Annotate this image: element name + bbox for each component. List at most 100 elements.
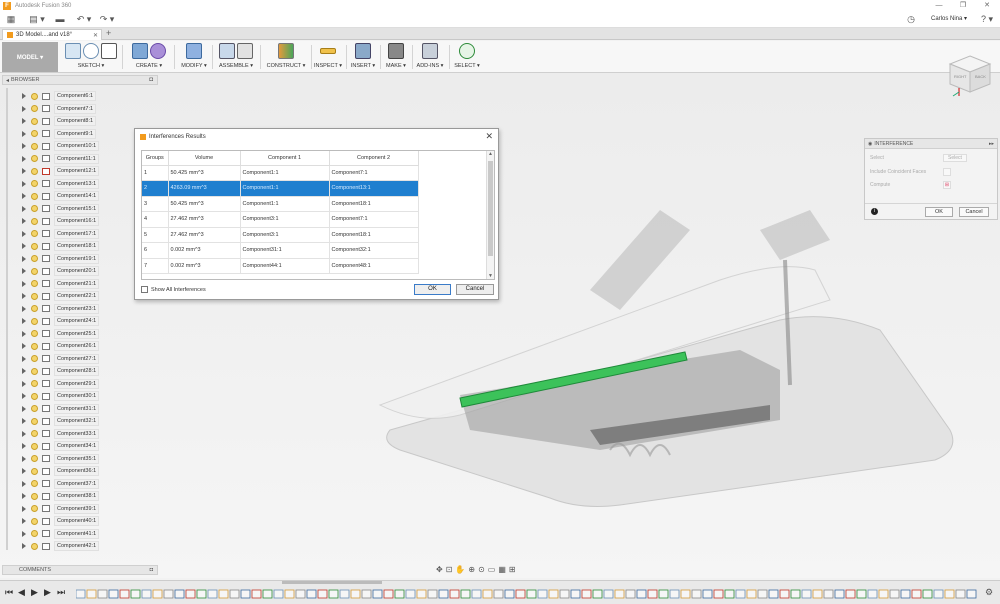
visibility-bulb-icon[interactable] bbox=[31, 142, 38, 150]
expand-arrow-icon[interactable] bbox=[22, 318, 26, 324]
timeline-scroll[interactable] bbox=[282, 581, 382, 584]
browser-item[interactable]: Component34:1 bbox=[2, 440, 152, 452]
include-coincident-checkbox[interactable] bbox=[943, 168, 951, 176]
timeline-feature-icon[interactable] bbox=[658, 589, 669, 599]
expand-arrow-icon[interactable] bbox=[22, 455, 26, 462]
timeline-feature-icon[interactable] bbox=[625, 589, 636, 599]
new-component-icon[interactable] bbox=[219, 43, 235, 59]
expand-arrow-icon[interactable] bbox=[22, 468, 26, 474]
sphere-icon[interactable] bbox=[150, 43, 166, 59]
expand-arrow-icon[interactable] bbox=[22, 255, 26, 262]
go-to-start-icon[interactable]: ⏮ bbox=[5, 587, 13, 598]
timeline-feature-icon[interactable] bbox=[757, 589, 768, 599]
expand-arrow-icon[interactable] bbox=[22, 280, 26, 287]
browser-item[interactable]: Component25:1 bbox=[2, 328, 152, 340]
sketch-group[interactable]: SKETCH ▾ bbox=[62, 43, 120, 72]
orbit-icon[interactable]: ✥ bbox=[436, 565, 443, 574]
browser-item[interactable]: Component11:1 bbox=[2, 153, 152, 165]
timeline-feature-icon[interactable] bbox=[185, 589, 196, 599]
timeline-feature-icon[interactable] bbox=[515, 589, 526, 599]
pan-icon[interactable]: ✋ bbox=[455, 565, 465, 574]
timeline-feature-icon[interactable] bbox=[86, 589, 97, 599]
timeline-feature-icon[interactable] bbox=[845, 589, 856, 599]
pin-icon[interactable]: ◘ bbox=[149, 77, 153, 83]
timeline-feature-icon[interactable] bbox=[922, 589, 933, 599]
timeline-feature-icon[interactable] bbox=[526, 589, 537, 599]
scroll-down-icon[interactable]: ▼ bbox=[488, 273, 493, 279]
timeline-feature-icon[interactable] bbox=[174, 589, 185, 599]
timeline-feature-icon[interactable] bbox=[581, 589, 592, 599]
timeline-feature-icon[interactable] bbox=[603, 589, 614, 599]
info-icon[interactable]: i bbox=[871, 208, 878, 215]
play-icon[interactable]: ▶ bbox=[31, 587, 38, 598]
expand-arrow-icon[interactable] bbox=[22, 543, 26, 549]
browser-item[interactable]: Component38:1 bbox=[2, 490, 152, 502]
browser-item[interactable]: Component16:1 bbox=[2, 215, 152, 227]
line-icon[interactable] bbox=[83, 43, 99, 59]
dialog-title-bar[interactable]: Interferences Results bbox=[135, 129, 498, 144]
timeline-feature-icon[interactable] bbox=[944, 589, 955, 599]
timeline-feature-icon[interactable] bbox=[966, 589, 977, 599]
timeline-feature-icon[interactable] bbox=[460, 589, 471, 599]
visibility-bulb-icon[interactable] bbox=[31, 217, 38, 225]
browser-item[interactable]: Component12:1 bbox=[2, 165, 152, 177]
timeline-feature-icon[interactable] bbox=[119, 589, 130, 599]
browser-item[interactable]: Component27:1 bbox=[2, 353, 152, 365]
timeline-feature-icon[interactable] bbox=[328, 589, 339, 599]
timeline-feature-icon[interactable] bbox=[636, 589, 647, 599]
document-tab[interactable]: 3D Model....and v18° ✕ bbox=[2, 29, 102, 40]
timeline-feature-icon[interactable] bbox=[196, 589, 207, 599]
timeline-feature-icon[interactable] bbox=[218, 589, 229, 599]
timeline-feature-icon[interactable] bbox=[251, 589, 262, 599]
grid-settings-icon[interactable]: ▦ bbox=[498, 565, 506, 574]
browser-item[interactable]: Component41:1 bbox=[2, 528, 152, 540]
timeline-feature-icon[interactable] bbox=[911, 589, 922, 599]
browser-header[interactable]: ◂ BROWSER ◘ bbox=[2, 75, 158, 85]
visibility-bulb-icon[interactable] bbox=[31, 242, 38, 250]
insert-image-icon[interactable] bbox=[355, 43, 371, 59]
expand-arrow-icon[interactable] bbox=[22, 168, 26, 174]
new-tab-button[interactable]: + bbox=[106, 28, 111, 38]
timeline-feature-icon[interactable] bbox=[768, 589, 779, 599]
assemble-group[interactable]: ASSEMBLE ▾ bbox=[215, 43, 257, 72]
dialog-ok-button[interactable]: OK bbox=[414, 284, 451, 295]
timeline-feature-icon[interactable] bbox=[834, 589, 845, 599]
expand-arrow-icon[interactable] bbox=[22, 118, 26, 124]
timeline-feature-icon[interactable] bbox=[823, 589, 834, 599]
visibility-bulb-icon[interactable] bbox=[31, 192, 38, 200]
timeline-feature-icon[interactable] bbox=[130, 589, 141, 599]
visibility-bulb-icon[interactable] bbox=[31, 267, 38, 275]
maximize-button[interactable]: ❐ bbox=[953, 0, 973, 11]
timeline-feature-icon[interactable] bbox=[295, 589, 306, 599]
browser-item[interactable]: Component8:1 bbox=[2, 115, 152, 127]
timeline-feature-icon[interactable] bbox=[900, 589, 911, 599]
timeline-feature-icon[interactable] bbox=[427, 589, 438, 599]
timeline-feature-icon[interactable] bbox=[471, 589, 482, 599]
timeline-feature-icon[interactable] bbox=[317, 589, 328, 599]
joint-icon[interactable] bbox=[237, 43, 253, 59]
dialog-cancel-button[interactable]: Cancel bbox=[456, 284, 494, 295]
close-window-button[interactable]: ✕ bbox=[977, 0, 997, 11]
expand-arrow-icon[interactable] bbox=[22, 505, 26, 512]
expand-arrow-icon[interactable] bbox=[22, 93, 26, 99]
close-tab-icon[interactable]: ✕ bbox=[93, 32, 101, 39]
panel-cancel-button[interactable]: Cancel bbox=[959, 207, 989, 217]
undo-icon[interactable]: ↶ ▾ bbox=[74, 14, 94, 25]
timeline-feature-icon[interactable] bbox=[724, 589, 735, 599]
timeline-feature-icon[interactable] bbox=[933, 589, 944, 599]
workspace-switcher[interactable]: MODEL ▾ bbox=[2, 42, 58, 72]
timeline-feature-icon[interactable] bbox=[163, 589, 174, 599]
collapse-panel-icon[interactable]: ◉ bbox=[868, 141, 872, 147]
browser-item[interactable]: Component21:1 bbox=[2, 278, 152, 290]
expand-arrow-icon[interactable] bbox=[22, 443, 26, 449]
browser-item[interactable]: Component31:1 bbox=[2, 403, 152, 415]
timeline-feature-icon[interactable] bbox=[570, 589, 581, 599]
construct-group[interactable]: CONSTRUCT ▾ bbox=[263, 43, 309, 72]
browser-item[interactable]: Component7:1 bbox=[2, 103, 152, 115]
timeline-feature-icon[interactable] bbox=[108, 589, 119, 599]
table-scrollbar[interactable]: ▲ ▼ bbox=[486, 151, 494, 279]
panel-ok-button[interactable]: OK bbox=[925, 207, 953, 217]
timeline-feature-icon[interactable] bbox=[801, 589, 812, 599]
expand-arrow-icon[interactable] bbox=[22, 155, 26, 162]
browser-item[interactable]: Component17:1 bbox=[2, 228, 152, 240]
